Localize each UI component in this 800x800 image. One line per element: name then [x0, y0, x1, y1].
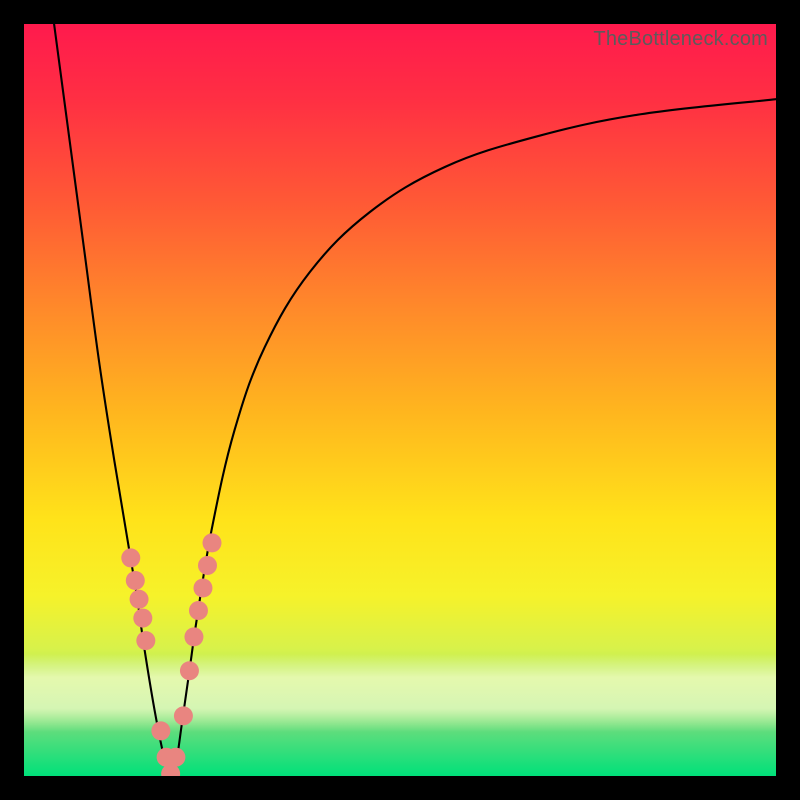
- chart-frame: TheBottleneck.com: [0, 0, 800, 800]
- marker-dot: [130, 590, 149, 609]
- marker-dot: [184, 627, 203, 646]
- curve-layer: [24, 24, 776, 776]
- watermark-text: TheBottleneck.com: [593, 28, 768, 51]
- plot-area: TheBottleneck.com: [24, 24, 776, 776]
- marker-dot: [136, 631, 155, 650]
- marker-dot: [193, 579, 212, 598]
- marker-dots: [121, 533, 221, 776]
- marker-dot: [180, 661, 199, 680]
- marker-dot: [151, 721, 170, 740]
- marker-dot: [133, 609, 152, 628]
- marker-dot: [203, 533, 222, 552]
- marker-dot: [126, 571, 145, 590]
- marker-dot: [198, 556, 217, 575]
- marker-dot: [189, 601, 208, 620]
- marker-dot: [174, 706, 193, 725]
- bottleneck-curve: [54, 24, 776, 775]
- marker-dot: [166, 748, 185, 767]
- marker-dot: [121, 548, 140, 567]
